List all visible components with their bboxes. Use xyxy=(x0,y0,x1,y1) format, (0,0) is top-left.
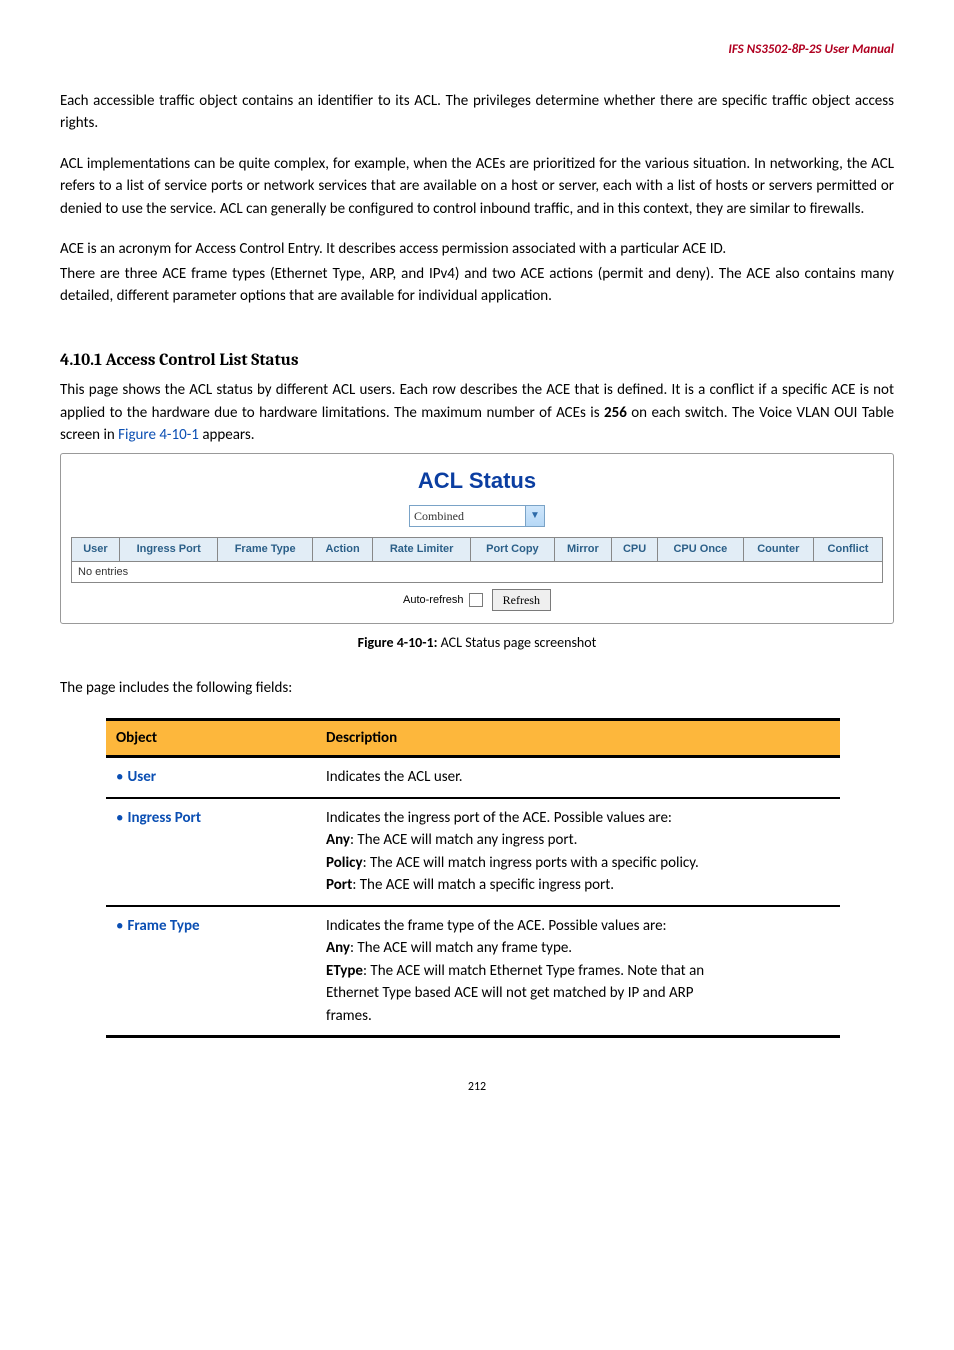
acl-table-header-row: User Ingress Port Frame Type Action Rate… xyxy=(72,538,883,562)
section-desc-figure-ref: Figure 4-10-1 xyxy=(118,426,199,444)
intro-paragraph-3: ACE is an acronym for Access Control Ent… xyxy=(60,238,894,261)
field-desc-line: Indicates the frame type of the ACE. Pos… xyxy=(326,915,830,938)
acl-table-empty-row: No entries xyxy=(72,561,883,583)
section-desc-bold: 256 xyxy=(604,404,627,422)
acl-user-select[interactable]: Combined ▼ xyxy=(409,505,545,527)
combo-row: Combined ▼ xyxy=(61,505,893,528)
fields-intro: The page includes the following fields: xyxy=(60,677,894,700)
intro-paragraph-1: Each accessible traffic object contains … xyxy=(60,90,894,135)
col-mirror: Mirror xyxy=(554,538,611,562)
fields-desc-user: Indicates the ACL user. xyxy=(316,757,840,798)
chevron-down-icon: ▼ xyxy=(525,506,544,526)
fields-label-ingress-port: •Ingress Port xyxy=(106,798,316,906)
acl-status-table: User Ingress Port Frame Type Action Rate… xyxy=(71,537,883,583)
section-description: This page shows the ACL status by differ… xyxy=(60,379,894,447)
page-header-product: IFS NS3502-8P-2S User Manual xyxy=(60,40,894,60)
fields-col-object: Object xyxy=(106,719,316,757)
col-user: User xyxy=(72,538,120,562)
fields-col-description: Description xyxy=(316,719,840,757)
page-number: 212 xyxy=(60,1078,894,1096)
field-object-label: Frame Type xyxy=(127,917,199,935)
col-ingress-port: Ingress Port xyxy=(119,538,218,562)
col-counter: Counter xyxy=(743,538,813,562)
col-action: Action xyxy=(312,538,372,562)
fields-row-user: •User Indicates the ACL user. xyxy=(106,757,840,798)
intro-paragraph-2: ACL implementations can be quite complex… xyxy=(60,153,894,221)
field-desc-line: frames. xyxy=(326,1005,830,1028)
refresh-controls: Auto-refresh Refresh xyxy=(61,589,893,611)
field-object-label: User xyxy=(127,768,156,786)
auto-refresh-checkbox[interactable] xyxy=(469,593,483,607)
fields-row-frame-type: •Frame Type Indicates the frame type of … xyxy=(106,906,840,1037)
col-frame-type: Frame Type xyxy=(218,538,312,562)
fields-table: Object Description •User Indicates the A… xyxy=(106,718,840,1039)
field-desc-line: EType: The ACE will match Ethernet Type … xyxy=(326,960,830,983)
col-port-copy: Port Copy xyxy=(471,538,555,562)
fields-label-user: •User xyxy=(106,757,316,798)
col-conflict: Conflict xyxy=(814,538,883,562)
col-rate-limiter: Rate Limiter xyxy=(373,538,471,562)
fields-label-frame-type: •Frame Type xyxy=(106,906,316,1037)
intro-paragraph-4: There are three ACE frame types (Etherne… xyxy=(60,263,894,308)
figure-caption: Figure 4-10-1: ACL Status page screensho… xyxy=(60,632,894,653)
field-desc-line: Policy: The ACE will match ingress ports… xyxy=(326,852,830,875)
field-desc-line: Any: The ACE will match any ingress port… xyxy=(326,829,830,852)
acl-table-no-entries: No entries xyxy=(72,561,883,583)
section-desc-post: appears. xyxy=(199,426,255,444)
fields-table-header: Object Description xyxy=(106,719,840,757)
field-desc-line: Indicates the ACL user. xyxy=(326,766,830,789)
figure-caption-bold: Figure 4-10-1: xyxy=(358,634,438,651)
fields-desc-frame-type: Indicates the frame type of the ACE. Pos… xyxy=(316,906,840,1037)
field-desc-line: Ethernet Type based ACE will not get mat… xyxy=(326,982,830,1005)
bullet-icon: • xyxy=(116,809,123,827)
auto-refresh-label: Auto-refresh xyxy=(403,594,464,606)
field-desc-line: Port: The ACE will match a specific ingr… xyxy=(326,874,830,897)
acl-user-select-value: Combined xyxy=(414,509,464,523)
bullet-icon: • xyxy=(116,768,123,786)
acl-status-title: ACL Status xyxy=(61,464,893,497)
figure-caption-rest: ACL Status page screenshot xyxy=(438,634,597,651)
section-heading: 4.10.1 Access Control List Status xyxy=(60,348,894,374)
field-desc-line: Indicates the ingress port of the ACE. P… xyxy=(326,807,830,830)
field-object-label: Ingress Port xyxy=(127,809,201,827)
field-desc-line: Any: The ACE will match any frame type. xyxy=(326,937,830,960)
refresh-button[interactable]: Refresh xyxy=(492,589,551,611)
col-cpu: CPU xyxy=(611,538,657,562)
acl-status-screenshot: ACL Status Combined ▼ User Ingress Port … xyxy=(60,453,894,625)
col-cpu-once: CPU Once xyxy=(658,538,743,562)
fields-row-ingress-port: •Ingress Port Indicates the ingress port… xyxy=(106,798,840,906)
fields-desc-ingress-port: Indicates the ingress port of the ACE. P… xyxy=(316,798,840,906)
bullet-icon: • xyxy=(116,917,123,935)
